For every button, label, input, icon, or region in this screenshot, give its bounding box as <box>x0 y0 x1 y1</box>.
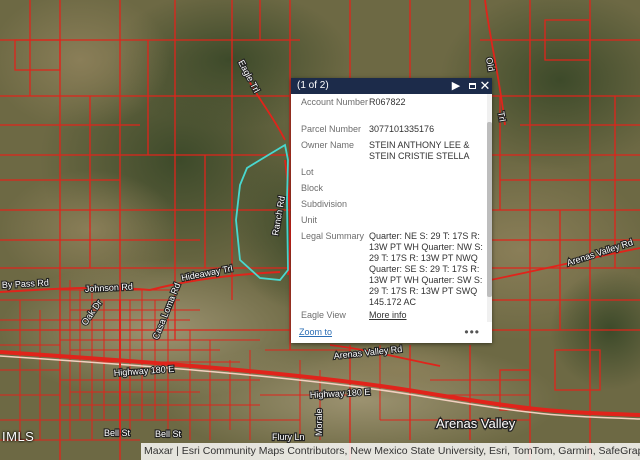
next-feature-button[interactable]: ▶ <box>449 78 463 94</box>
field-label: Eagle View <box>301 310 346 320</box>
map-attribution: Maxar | Esri Community Maps Contributors… <box>141 443 640 460</box>
popup-scrollbar[interactable] <box>487 94 492 322</box>
field-label: Legal Summary <box>301 231 365 241</box>
field-label: Owner Name <box>301 140 355 150</box>
road-label-bell-st-left: Bell St <box>104 428 131 438</box>
road-label-bell-st-mid: Bell St <box>155 429 182 439</box>
field-label: Subdivision <box>301 199 348 209</box>
maximize-icon <box>468 83 476 89</box>
road-label-morale: Morale <box>314 408 324 436</box>
field-value: STEIN ANTHONY LEE & STEIN CRISTIE STELLA <box>369 140 470 161</box>
field-value: 3077101335176 <box>369 124 435 134</box>
close-icon: ✕ <box>479 78 491 93</box>
field-label: Account Number <box>301 97 369 107</box>
field-value: R067822 <box>369 97 406 107</box>
close-button[interactable]: ✕ <box>478 78 492 94</box>
maximize-button[interactable] <box>465 78 479 94</box>
field-label: Lot <box>301 167 314 177</box>
field-value: Quarter: NE S: 29 T: 17S R: 13W PT WH Qu… <box>369 231 483 307</box>
road-label-flury-ln: Flury Ln <box>272 432 305 442</box>
parcel-popup: (1 of 2) ▶ ✕ Account Number R067822 Parc… <box>291 78 492 343</box>
popup-header: (1 of 2) ▶ ✕ <box>291 78 492 94</box>
more-info-link[interactable]: More info <box>369 310 487 321</box>
road-label-trl: Trl <box>496 111 508 123</box>
watermark: IMLS <box>2 429 35 444</box>
field-label: Parcel Number <box>301 124 362 134</box>
popup-attributes: Account Number R067822 Parcel Number 307… <box>291 94 487 322</box>
popup-footer: Zoom to ••• <box>291 322 492 343</box>
place-label-arenas-valley: Arenas Valley <box>436 416 516 431</box>
scrollbar-thumb[interactable] <box>487 122 492 297</box>
field-label: Block <box>301 183 324 193</box>
field-label: Unit <box>301 215 318 225</box>
play-icon: ▶ <box>451 80 461 92</box>
more-actions-button[interactable]: ••• <box>464 325 480 339</box>
popup-title: (1 of 2) <box>297 80 329 91</box>
zoom-to-link[interactable]: Zoom to <box>299 327 332 337</box>
